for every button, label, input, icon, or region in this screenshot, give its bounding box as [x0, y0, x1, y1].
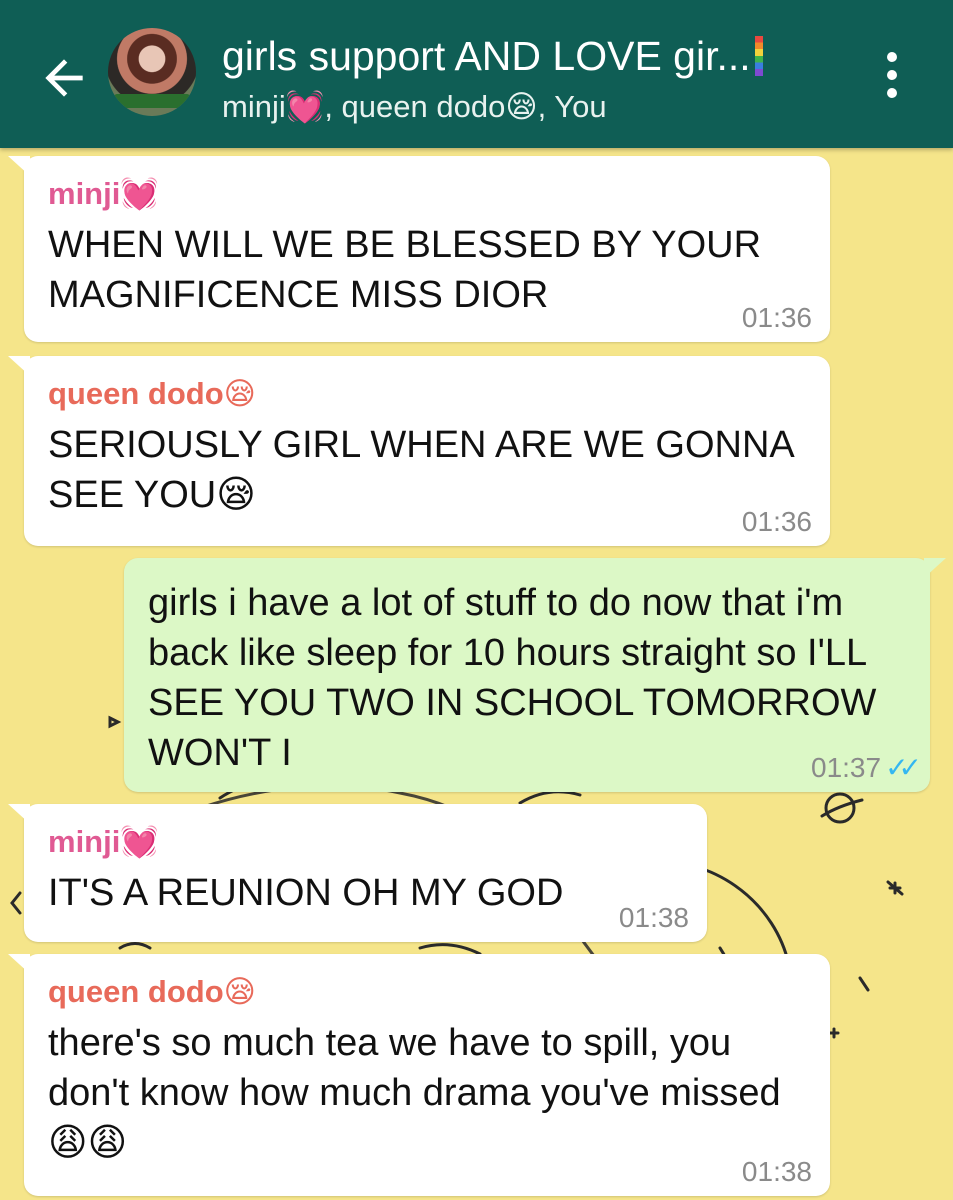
message-text: IT'S A REUNION OH MY GOD	[48, 872, 564, 914]
avatar-caption-strip	[114, 94, 190, 108]
sender-name: queen dodo😪	[48, 974, 256, 1009]
chat-title-text: girls support AND LOVE gir...	[222, 33, 751, 79]
message-bubble-outgoing[interactable]: girls i have a lot of stuff to do now th…	[124, 558, 946, 792]
message-text: WHEN WILL WE BE BLESSED BY YOUR MAGNIFIC…	[48, 224, 762, 316]
chat-title-area[interactable]: girls support AND LOVE gir... minji💓, qu…	[222, 30, 862, 128]
double-check-icon: ✓✓	[885, 752, 922, 783]
sender-name: minji💓	[48, 176, 159, 211]
message-time: 01:37	[811, 752, 882, 783]
chat-title: girls support AND LOVE gir...	[222, 30, 862, 82]
message-time: 01:36	[741, 506, 812, 537]
message-bubble[interactable]: queen dodo😪 SERIOUSLY GIRL WHEN ARE WE G…	[8, 356, 830, 546]
message-time: 01:36	[741, 302, 812, 333]
message-time-status: 01:37 ✓✓	[811, 751, 922, 784]
message-bubble[interactable]: queen dodo😪 there's so much tea we have …	[8, 954, 830, 1196]
sender-name: minji💓	[48, 824, 159, 859]
menu-dot-icon	[887, 70, 897, 80]
back-button[interactable]	[28, 38, 108, 118]
chat-header: girls support AND LOVE gir... minji💓, qu…	[0, 0, 953, 148]
overflow-menu-button[interactable]	[868, 48, 916, 112]
message-time: 01:38	[741, 1156, 812, 1187]
message-time: 01:38	[618, 902, 689, 933]
menu-dot-icon	[887, 88, 897, 98]
message-bubble[interactable]: minji💓 WHEN WILL WE BE BLESSED BY YOUR M…	[8, 156, 830, 342]
message-bubble[interactable]: minji💓 IT'S A REUNION OH MY GOD 01:38	[8, 804, 707, 942]
message-text: there's so much tea we have to spill, yo…	[48, 1022, 781, 1164]
menu-dot-icon	[887, 52, 897, 62]
message-text: SERIOUSLY GIRL WHEN ARE WE GONNA SEE YOU…	[48, 424, 793, 516]
chat-members: minji💓, queen dodo😪, You	[222, 89, 607, 124]
sender-name: queen dodo😪	[48, 376, 256, 411]
message-text: girls i have a lot of stuff to do now th…	[148, 582, 877, 774]
back-arrow-icon	[45, 59, 83, 97]
rainbow-flag-icon	[754, 36, 763, 76]
group-avatar[interactable]	[108, 28, 196, 116]
